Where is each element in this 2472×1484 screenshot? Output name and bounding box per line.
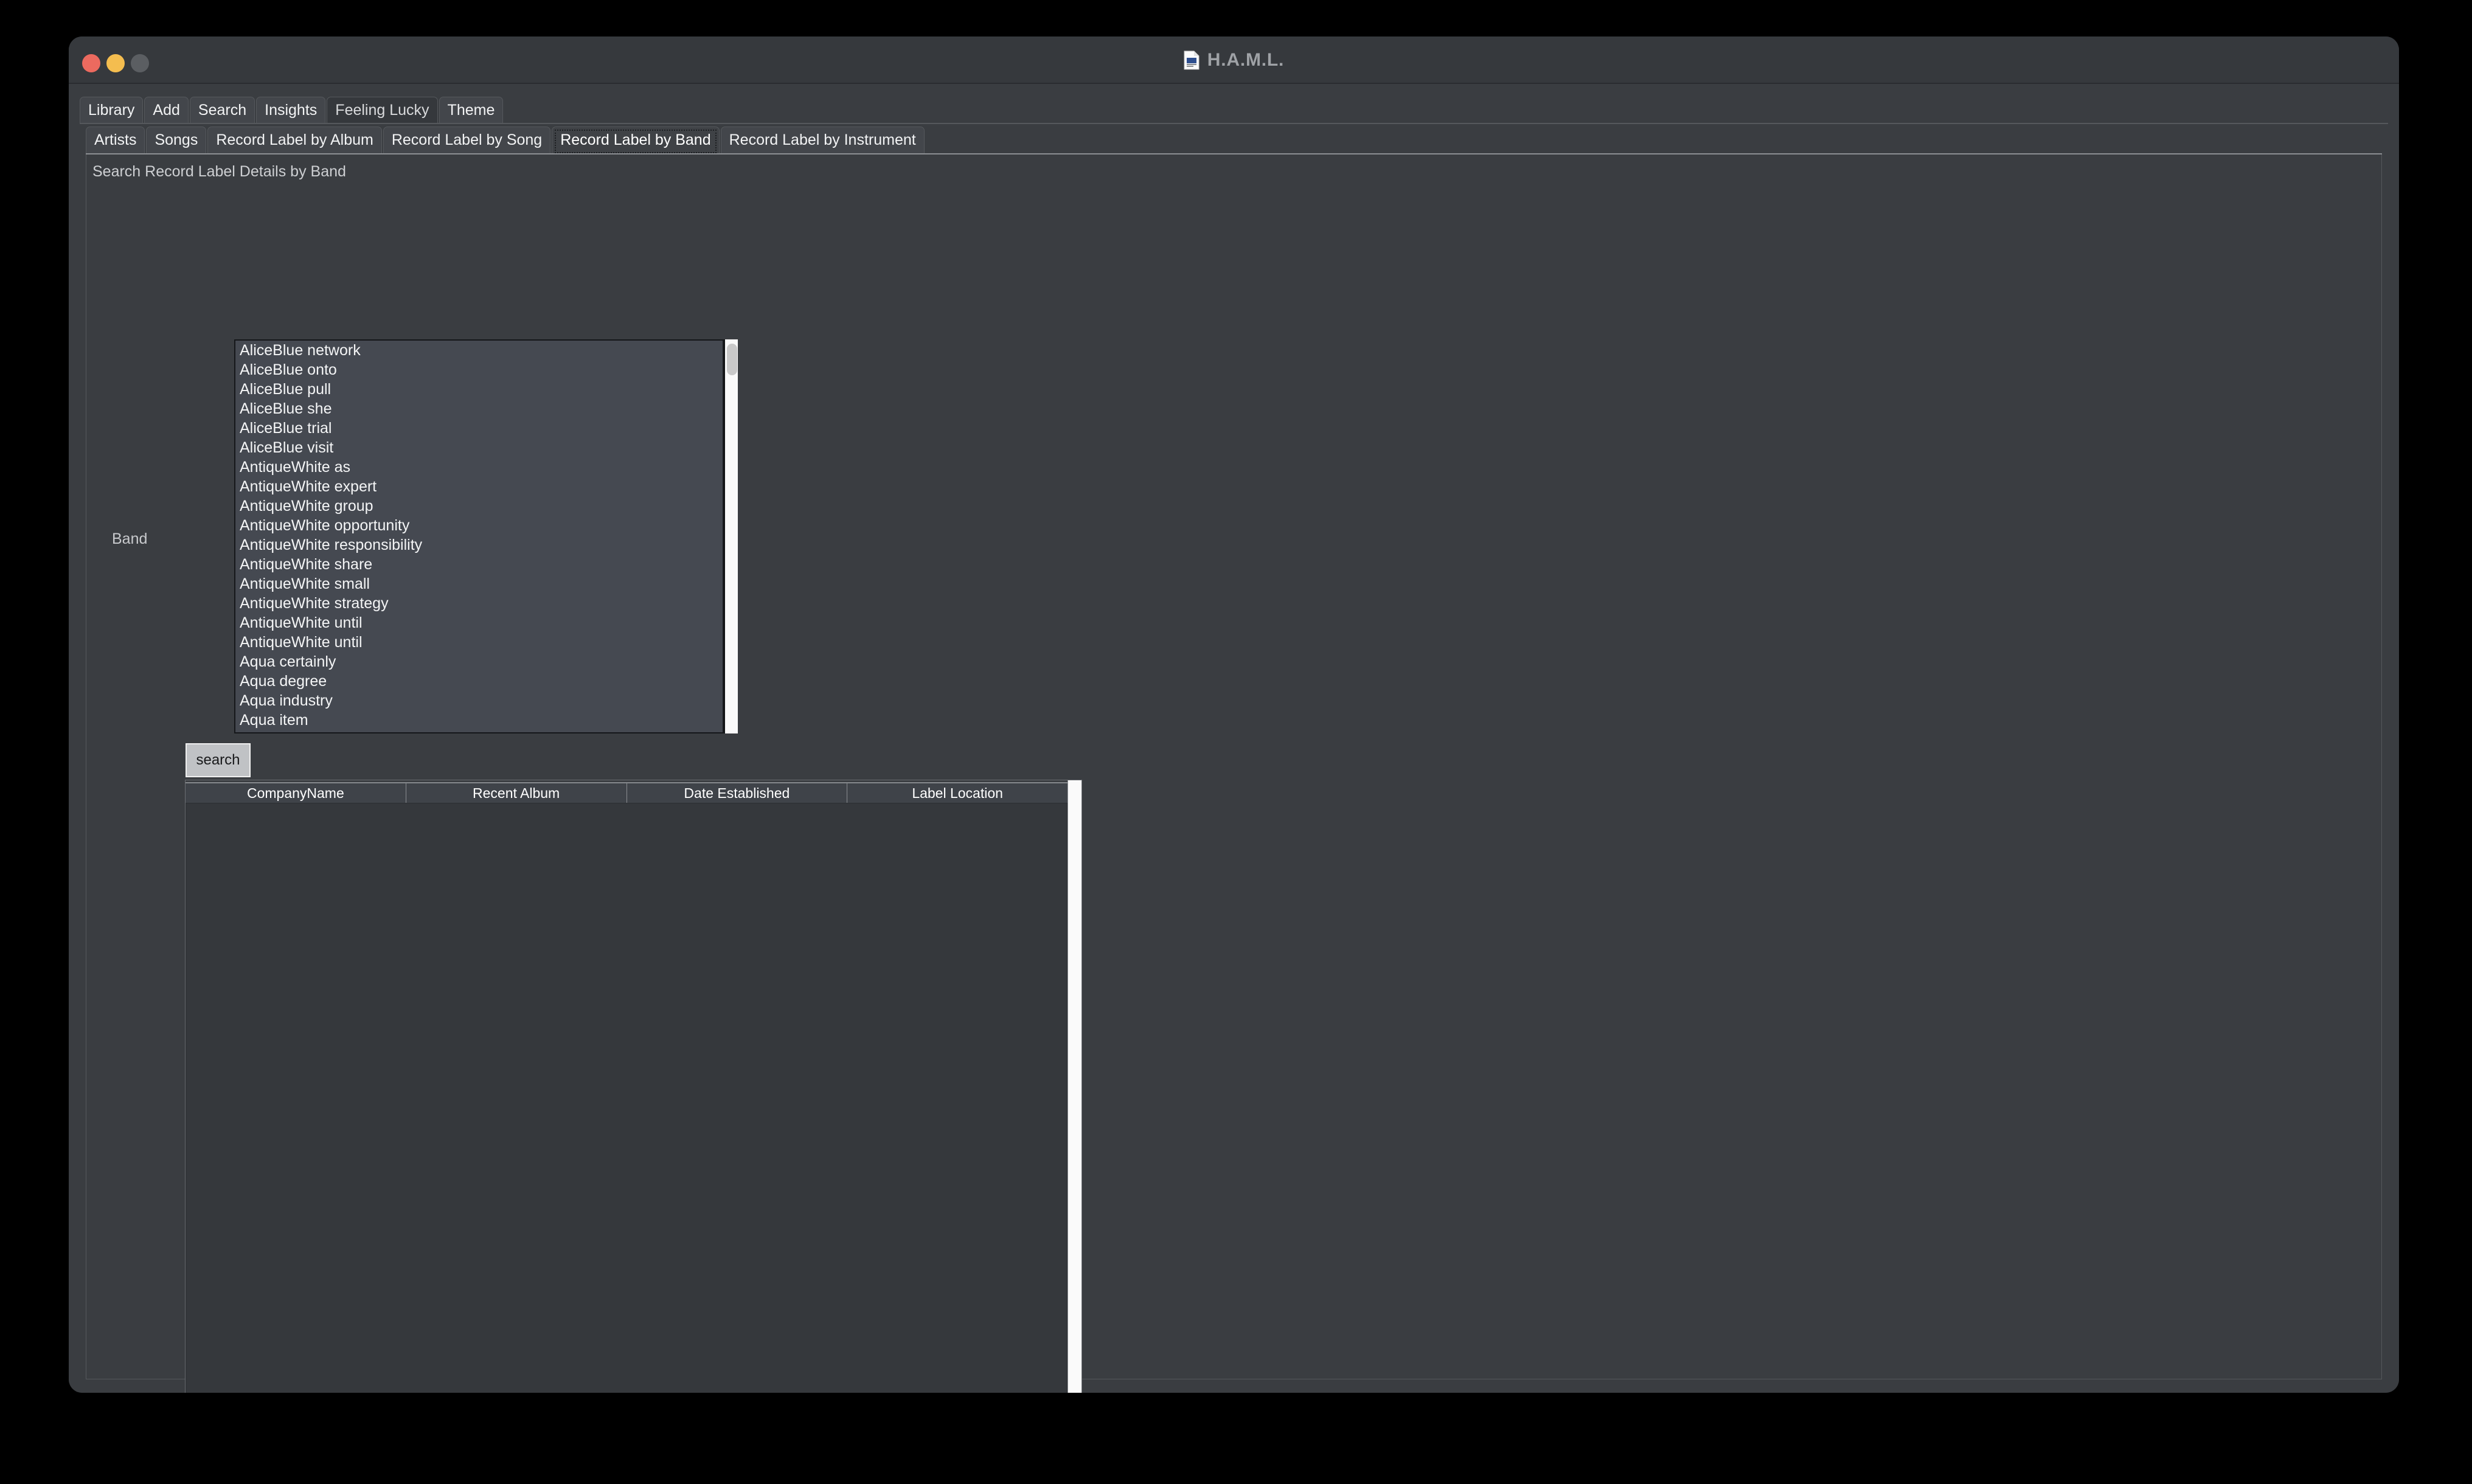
band-listbox-scroll-thumb[interactable] [727,344,737,375]
list-item[interactable]: AliceBlue pull [235,380,723,399]
primary-tab-label: Insights [265,101,318,119]
secondary-tab-record-label-by-band[interactable]: Record Label by Band [552,127,720,153]
list-item[interactable]: AntiqueWhite opportunity [235,516,723,535]
primary-tab-search[interactable]: Search [189,97,255,123]
list-item[interactable]: Aqua certainly [235,652,723,671]
column-header-companyname[interactable]: CompanyName [186,783,406,803]
window-title: H.A.M.L. [1207,50,1285,70]
secondary-panel: Artists Songs Record Label by Album Record … [80,127,2388,1393]
list-item[interactable]: AntiqueWhite until [235,613,723,633]
results-table-header: CompanyName Recent Album Date Established L… [186,782,1068,803]
list-item[interactable]: AliceBlue she [235,399,723,418]
maximize-button[interactable] [131,54,149,72]
primary-tab-label: Add [153,101,180,119]
list-item[interactable]: Aqua industry [235,691,723,710]
secondary-tab-artists[interactable]: Artists [86,127,145,153]
secondary-tab-record-label-by-song[interactable]: Record Label by Song [383,127,551,153]
list-item[interactable]: AliceBlue onto [235,360,723,380]
column-header-recent-album[interactable]: Recent Album [406,783,627,803]
window-body: Library Add Search Insights Feeling Lucky The… [69,84,2399,1393]
list-item[interactable]: AliceBlue network [235,341,723,360]
primary-tab-theme[interactable]: Theme [439,97,504,123]
list-item[interactable]: AliceBlue trial [235,418,723,438]
primary-tab-label: Theme [447,101,495,119]
search-button[interactable]: search [186,743,251,777]
list-item[interactable]: Aqua item [235,710,723,730]
column-header-date-established[interactable]: Date Established [627,783,848,803]
list-item[interactable]: AntiqueWhite share [235,555,723,574]
primary-tab-label: Library [88,101,135,119]
list-item[interactable]: AntiqueWhite responsibility [235,535,723,555]
list-item[interactable]: AliceBlue visit [235,438,723,457]
document-icon [1184,50,1200,70]
secondary-tab-label: Record Label by Song [391,131,543,148]
secondary-tab-label: Record Label by Band [560,131,711,148]
primary-tab-add[interactable]: Add [144,97,189,123]
form-caption: Search Record Label Details by Band [92,163,346,180]
secondary-tab-bar: Artists Songs Record Label by Album Record … [86,127,2382,154]
primary-tab-bar: Library Add Search Insights Feeling Lucky The… [80,97,2388,124]
close-button[interactable] [82,54,100,72]
list-item[interactable]: AntiqueWhite as [235,457,723,477]
results-table-vertical-scrollbar[interactable] [1068,780,1082,1393]
list-item[interactable]: AntiqueWhite strategy [235,594,723,613]
secondary-tab-record-label-by-instrument[interactable]: Record Label by Instrument [720,127,925,153]
primary-tab-library[interactable]: Library [80,97,144,123]
secondary-tab-record-label-by-album[interactable]: Record Label by Album [207,127,382,153]
secondary-tab-label: Artists [94,131,137,148]
primary-tab-feeling-lucky[interactable]: Feeling Lucky [327,97,438,123]
band-listbox-scrollbar[interactable] [724,339,738,733]
secondary-tab-label: Songs [154,131,198,148]
band-field-label: Band [112,530,148,547]
title-block: H.A.M.L. [69,36,2399,84]
list-item[interactable]: AntiqueWhite small [235,574,723,594]
secondary-tab-label: Record Label by Album [216,131,373,148]
results-table: CompanyName Recent Album Date Established L… [185,780,1082,1393]
application-window: H.A.M.L. Library Add Search Insights Feeling… [69,36,2399,1393]
primary-tab-label: Search [198,101,247,119]
title-bar: H.A.M.L. [69,36,2399,84]
band-listbox[interactable]: AliceBlue network AliceBlue onto AliceBlue… [234,339,724,733]
list-item[interactable]: AntiqueWhite group [235,496,723,516]
results-table-body[interactable] [186,803,1068,1393]
list-item[interactable]: AntiqueWhite expert [235,477,723,496]
empty-right-area [1083,780,2374,1373]
minimize-button[interactable] [106,54,125,72]
tab-content-panel: Search Record Label Details by Band Band… [86,154,2382,1393]
list-item[interactable]: AntiqueWhite until [235,633,723,652]
primary-tab-insights[interactable]: Insights [256,97,326,123]
band-listbox-wrapper: AliceBlue network AliceBlue onto AliceBlue… [234,339,738,733]
secondary-tab-songs[interactable]: Songs [146,127,207,153]
primary-tab-label: Feeling Lucky [335,101,429,119]
list-item[interactable]: Aqua degree [235,671,723,691]
secondary-tab-label: Record Label by Instrument [729,131,916,148]
column-header-label-location[interactable]: Label Location [847,783,1068,803]
